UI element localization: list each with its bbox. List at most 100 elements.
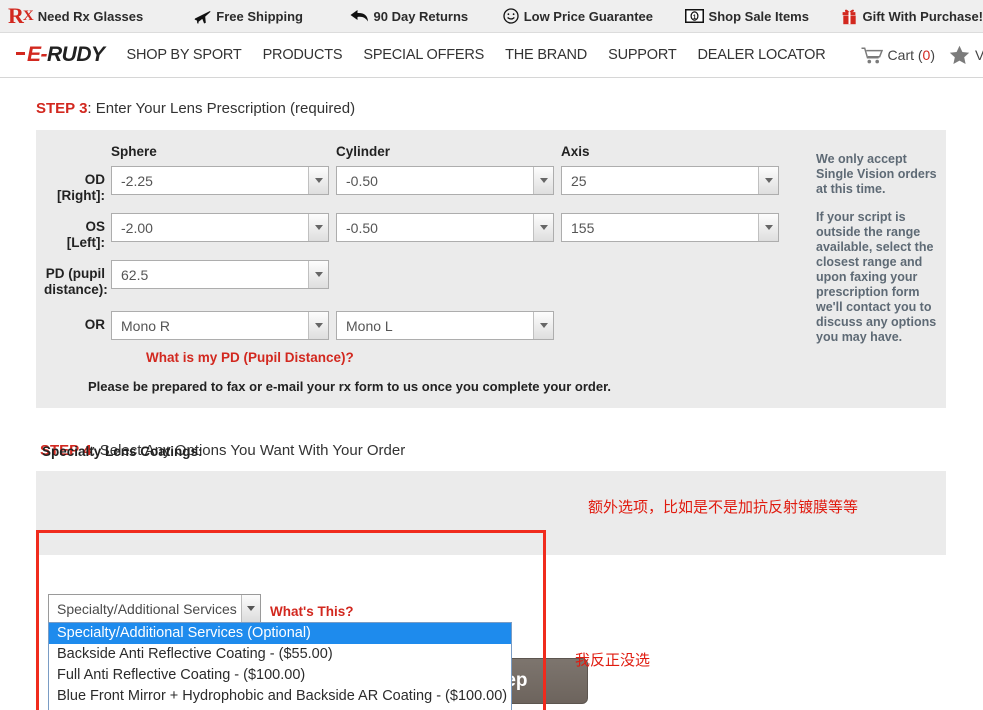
- promo-label: Need Rx Glasses: [37, 8, 144, 24]
- os-axis-select[interactable]: 155: [561, 213, 779, 242]
- pd-select[interactable]: 62.5: [111, 260, 329, 289]
- specialty-lens-coatings-label: Specialty Lens Coatings:: [42, 444, 203, 459]
- rx-icon: RX: [8, 3, 34, 28]
- pd-value: 62.5: [121, 266, 149, 283]
- promo-label: 90 Day Returns: [373, 8, 469, 24]
- airplane-icon: [194, 9, 211, 24]
- specialty-coatings-value: Specialty/Additional Services: [57, 600, 237, 617]
- specialty-coatings-select[interactable]: Specialty/Additional Services: [48, 594, 261, 623]
- fax-note: Please be prepared to fax or e-mail your…: [88, 379, 612, 394]
- promo-item-shop-sale-items[interactable]: 1 Shop Sale Items: [684, 8, 809, 24]
- chevron-down-icon[interactable]: [533, 312, 553, 339]
- prescription-row-os: OS [Left]: -2.00 -0.50 155: [44, 213, 816, 251]
- logo-prefix: E-: [27, 43, 48, 66]
- smiley-icon: [503, 8, 519, 24]
- nav-link-the-brand[interactable]: THE BRAND: [505, 47, 587, 63]
- od-sphere-value: -2.25: [121, 172, 153, 189]
- prescription-panel: Sphere Cylinder Axis OD [Right]: -2.25 -…: [36, 130, 946, 408]
- chevron-down-icon[interactable]: [758, 214, 778, 241]
- chevron-down-icon[interactable]: [308, 167, 328, 194]
- option-item[interactable]: Backside Anti Reflective Coating - ($55.…: [49, 644, 511, 665]
- cart-button[interactable]: Cart (0): [861, 46, 936, 64]
- prescription-row-od: OD [Right]: -2.25 -0.50 25: [44, 166, 816, 204]
- promo-bar: RX Need Rx Glasses Free Shipping 90 Day …: [0, 0, 983, 33]
- os-cylinder-select[interactable]: -0.50: [336, 213, 554, 242]
- chevron-down-icon[interactable]: [533, 167, 553, 194]
- money-icon: 1: [684, 9, 704, 23]
- promo-item-90-day-returns[interactable]: 90 Day Returns: [350, 8, 469, 24]
- return-arrow-icon: [350, 9, 369, 23]
- vip-label: VIP: [975, 47, 983, 63]
- mono-l-value: Mono L: [346, 317, 393, 334]
- promo-label: Shop Sale Items: [708, 8, 809, 24]
- od-axis-value: 25: [571, 172, 587, 189]
- prescription-side-notes: We only accept Single Vision orders at t…: [816, 144, 946, 398]
- os-cylinder-value: -0.50: [346, 219, 378, 236]
- star-icon: [949, 45, 970, 65]
- nav-link-special-offers[interactable]: SPECIAL OFFERS: [363, 47, 484, 63]
- column-header-cylinder: Cylinder: [336, 144, 391, 159]
- main-navigation: E- RUDY SHOP BY SPORT PRODUCTS SPECIAL OF…: [0, 33, 983, 78]
- prescription-row-pd: PD (pupil distance): 62.5: [44, 260, 816, 298]
- nav-link-dealer-locator[interactable]: DEALER LOCATOR: [698, 47, 826, 63]
- mono-r-select[interactable]: Mono R: [111, 311, 329, 340]
- option-item[interactable]: Specialty/Additional Services (Optional): [49, 623, 511, 644]
- nav-link-shop-by-sport[interactable]: SHOP BY SPORT: [127, 47, 242, 63]
- page-content: STEP 3: Enter Your Lens Prescription (re…: [0, 78, 983, 710]
- chevron-down-icon[interactable]: [308, 261, 328, 288]
- od-cylinder-select[interactable]: -0.50: [336, 166, 554, 195]
- logo-dash-icon: [16, 52, 25, 55]
- step3-heading: STEP 3: Enter Your Lens Prescription (re…: [36, 100, 983, 117]
- od-axis-select[interactable]: 25: [561, 166, 779, 195]
- promo-item-free-shipping[interactable]: Free Shipping: [194, 9, 303, 24]
- option-item[interactable]: Full Anti Reflective Coating - ($100.00): [49, 665, 511, 686]
- promo-item-low-price-guarantee[interactable]: Low Price Guarantee: [503, 8, 653, 24]
- mono-r-value: Mono R: [121, 317, 171, 334]
- nav-links: SHOP BY SPORT PRODUCTS SPECIAL OFFERS TH…: [127, 47, 847, 63]
- step3-heading-rest: : Enter Your Lens Prescription (required…: [87, 100, 356, 117]
- od-cylinder-value: -0.50: [346, 172, 378, 189]
- cart-label-end: ): [930, 47, 936, 63]
- mono-l-select[interactable]: Mono L: [336, 311, 554, 340]
- step3-tag: STEP 3: [36, 100, 88, 117]
- nav-link-products[interactable]: PRODUCTS: [263, 47, 343, 63]
- pd-help-link[interactable]: What is my PD (Pupil Distance)?: [146, 350, 816, 365]
- chevron-down-icon[interactable]: [758, 167, 778, 194]
- chevron-down-icon[interactable]: [533, 214, 553, 241]
- row-label-od: OD [Right]:: [57, 172, 105, 203]
- row-label-pd: PD (pupil distance):: [44, 266, 108, 297]
- row-label-or: OR: [84, 317, 105, 332]
- specialty-coatings-option-list: Specialty/Additional Services (Optional)…: [48, 622, 512, 710]
- os-sphere-select[interactable]: -2.00: [111, 213, 329, 242]
- promo-label: Gift With Purchase!: [862, 8, 983, 24]
- step4-section: STEP 4: Select Any Options You Want With…: [0, 442, 983, 555]
- cart-label: Cart (: [887, 47, 923, 63]
- prescription-column-headers: Sphere Cylinder Axis: [44, 144, 816, 159]
- options-panel: Specialty Lens Coatings: 额外选项，比如是不是加抗反射镀…: [36, 444, 946, 555]
- whats-this-link[interactable]: What's This?: [270, 604, 353, 619]
- chevron-down-icon[interactable]: [308, 214, 328, 241]
- gift-icon: [841, 8, 858, 25]
- annotation-note-2: 我反正没选: [575, 651, 651, 669]
- option-item[interactable]: Blue Front Mirror + Hydrophobic and Back…: [49, 686, 511, 707]
- prescription-row-or: OR Mono R Mono L: [44, 311, 816, 340]
- nav-utilities: Cart (0) VIP Search: [847, 45, 983, 65]
- site-logo[interactable]: E- RUDY: [16, 43, 105, 67]
- promo-item-need-rx-glasses[interactable]: RX Need Rx Glasses: [8, 3, 144, 28]
- promo-item-gift-with-purchase[interactable]: Gift With Purchase!: [841, 8, 983, 25]
- cart-icon: [861, 46, 883, 64]
- column-header-sphere: Sphere: [111, 144, 157, 159]
- chevron-down-icon[interactable]: [308, 312, 328, 339]
- vip-button[interactable]: VIP: [949, 45, 983, 65]
- nav-link-support[interactable]: SUPPORT: [608, 47, 677, 63]
- annotation-note-1: 额外选项，比如是不是加抗反射镀膜等等: [588, 498, 859, 516]
- chevron-down-icon[interactable]: [241, 595, 260, 622]
- promo-label: Free Shipping: [216, 8, 303, 24]
- logo-main: RUDY: [47, 43, 105, 66]
- os-axis-value: 155: [571, 219, 595, 236]
- column-header-axis: Axis: [561, 144, 590, 159]
- side-note-2: If your script is outside the range avai…: [816, 210, 937, 344]
- os-sphere-value: -2.00: [121, 219, 153, 236]
- side-note-1: We only accept Single Vision orders at t…: [816, 152, 937, 196]
- od-sphere-select[interactable]: -2.25: [111, 166, 329, 195]
